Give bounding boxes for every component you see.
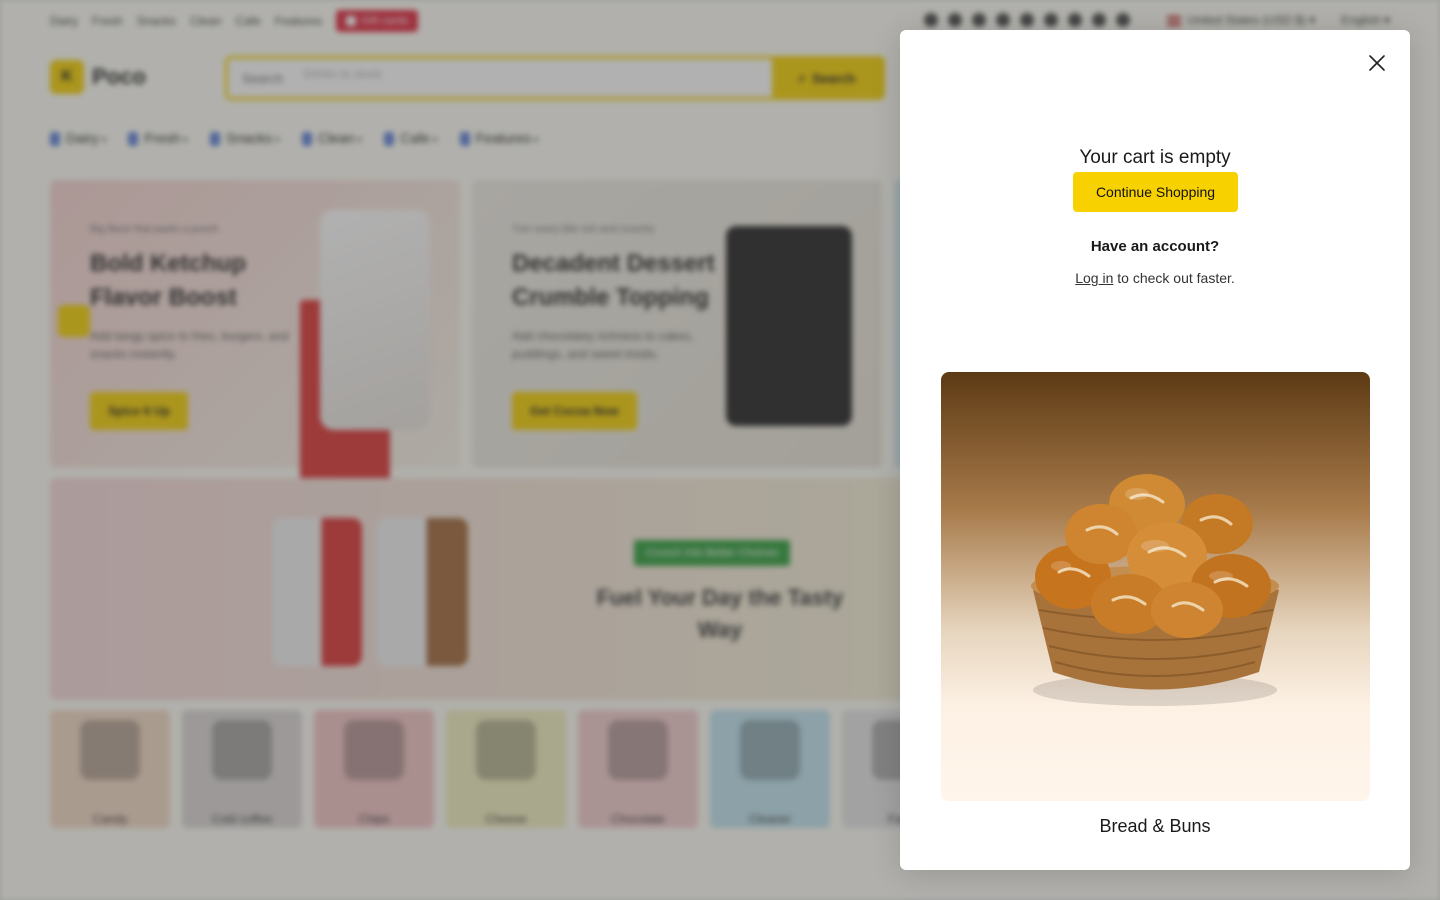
login-link[interactable]: Log in (1075, 270, 1113, 286)
close-button[interactable] (1362, 48, 1392, 78)
login-suffix: to check out faster. (1117, 270, 1235, 286)
account-question: Have an account? (1090, 238, 1220, 255)
bread-basket-illustration (1031, 474, 1279, 706)
cart-drawer: Your cart is empty Continue Shopping Hav… (900, 30, 1410, 870)
login-prompt: Log in to check out faster. (900, 270, 1410, 286)
continue-shopping-button[interactable]: Continue Shopping (1073, 172, 1238, 212)
cart-empty-title: Your cart is empty (1079, 147, 1231, 168)
promo-caption[interactable]: Bread & Buns (900, 816, 1410, 837)
bread-buns-image[interactable] (941, 372, 1370, 801)
close-icon (1369, 55, 1385, 71)
